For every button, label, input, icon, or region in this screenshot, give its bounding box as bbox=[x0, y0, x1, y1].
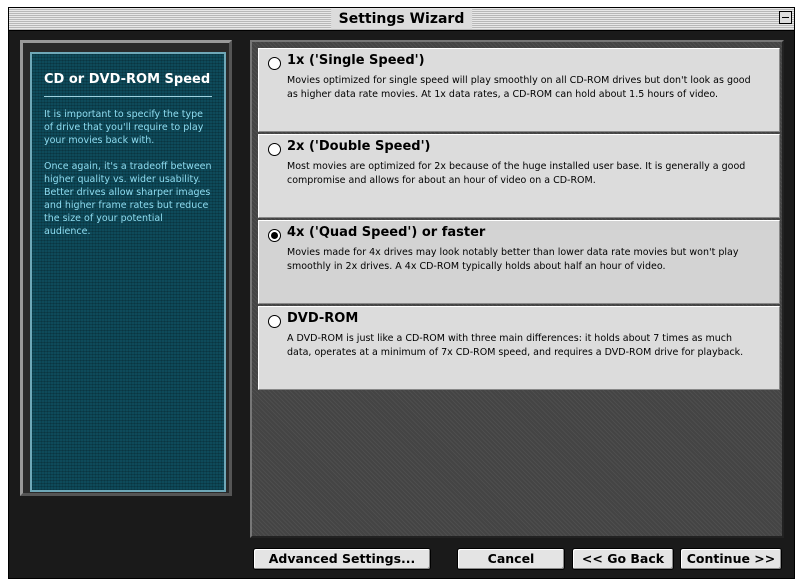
option-title: 4x ('Quad Speed') or faster bbox=[287, 225, 486, 240]
option-description: Most movies are optimized for 2x because… bbox=[287, 161, 746, 186]
radio-button-selected[interactable] bbox=[268, 229, 281, 242]
radio-button[interactable] bbox=[268, 57, 281, 70]
option-dvd-rom[interactable]: DVD-ROM A DVD-ROM is just like a CD-ROM … bbox=[258, 306, 780, 390]
option-2x[interactable]: 2x ('Double Speed') Most movies are opti… bbox=[258, 134, 780, 218]
sidebar-divider bbox=[44, 96, 212, 97]
help-sidebar: CD or DVD-ROM Speed It is important to s… bbox=[30, 52, 226, 492]
sidebar-paragraph: Once again, it's a tradeoff between high… bbox=[44, 161, 212, 237]
cancel-button[interactable]: Cancel bbox=[457, 548, 565, 570]
option-description: Movies made for 4x drives may look notab… bbox=[287, 247, 739, 272]
radio-button[interactable] bbox=[268, 315, 281, 328]
option-1x[interactable]: 1x ('Single Speed') Movies optimized for… bbox=[258, 48, 780, 132]
sidebar-heading: CD or DVD-ROM Speed bbox=[44, 72, 211, 87]
radio-button[interactable] bbox=[268, 143, 281, 156]
option-description: Movies optimized for single speed will p… bbox=[287, 75, 751, 100]
sidebar-paragraph: It is important to specify the type of d… bbox=[44, 109, 204, 146]
option-description: A DVD-ROM is just like a CD-ROM with thr… bbox=[287, 333, 744, 358]
option-title: DVD-ROM bbox=[287, 311, 359, 326]
title-bar[interactable]: Settings Wizard bbox=[9, 8, 794, 31]
radio-dot-icon bbox=[271, 232, 278, 239]
option-title: 1x ('Single Speed') bbox=[287, 53, 425, 68]
advanced-settings-button[interactable]: Advanced Settings... bbox=[253, 548, 431, 570]
option-4x[interactable]: 4x ('Quad Speed') or faster Movies made … bbox=[258, 220, 780, 304]
drive-speed-options: 1x ('Single Speed') Movies optimized for… bbox=[250, 40, 784, 538]
continue-button[interactable]: Continue >> bbox=[680, 548, 782, 570]
option-title: 2x ('Double Speed') bbox=[287, 139, 431, 154]
window-title: Settings Wizard bbox=[330, 9, 473, 29]
collapse-box-icon[interactable] bbox=[779, 11, 792, 24]
go-back-button[interactable]: << Go Back bbox=[572, 548, 674, 570]
